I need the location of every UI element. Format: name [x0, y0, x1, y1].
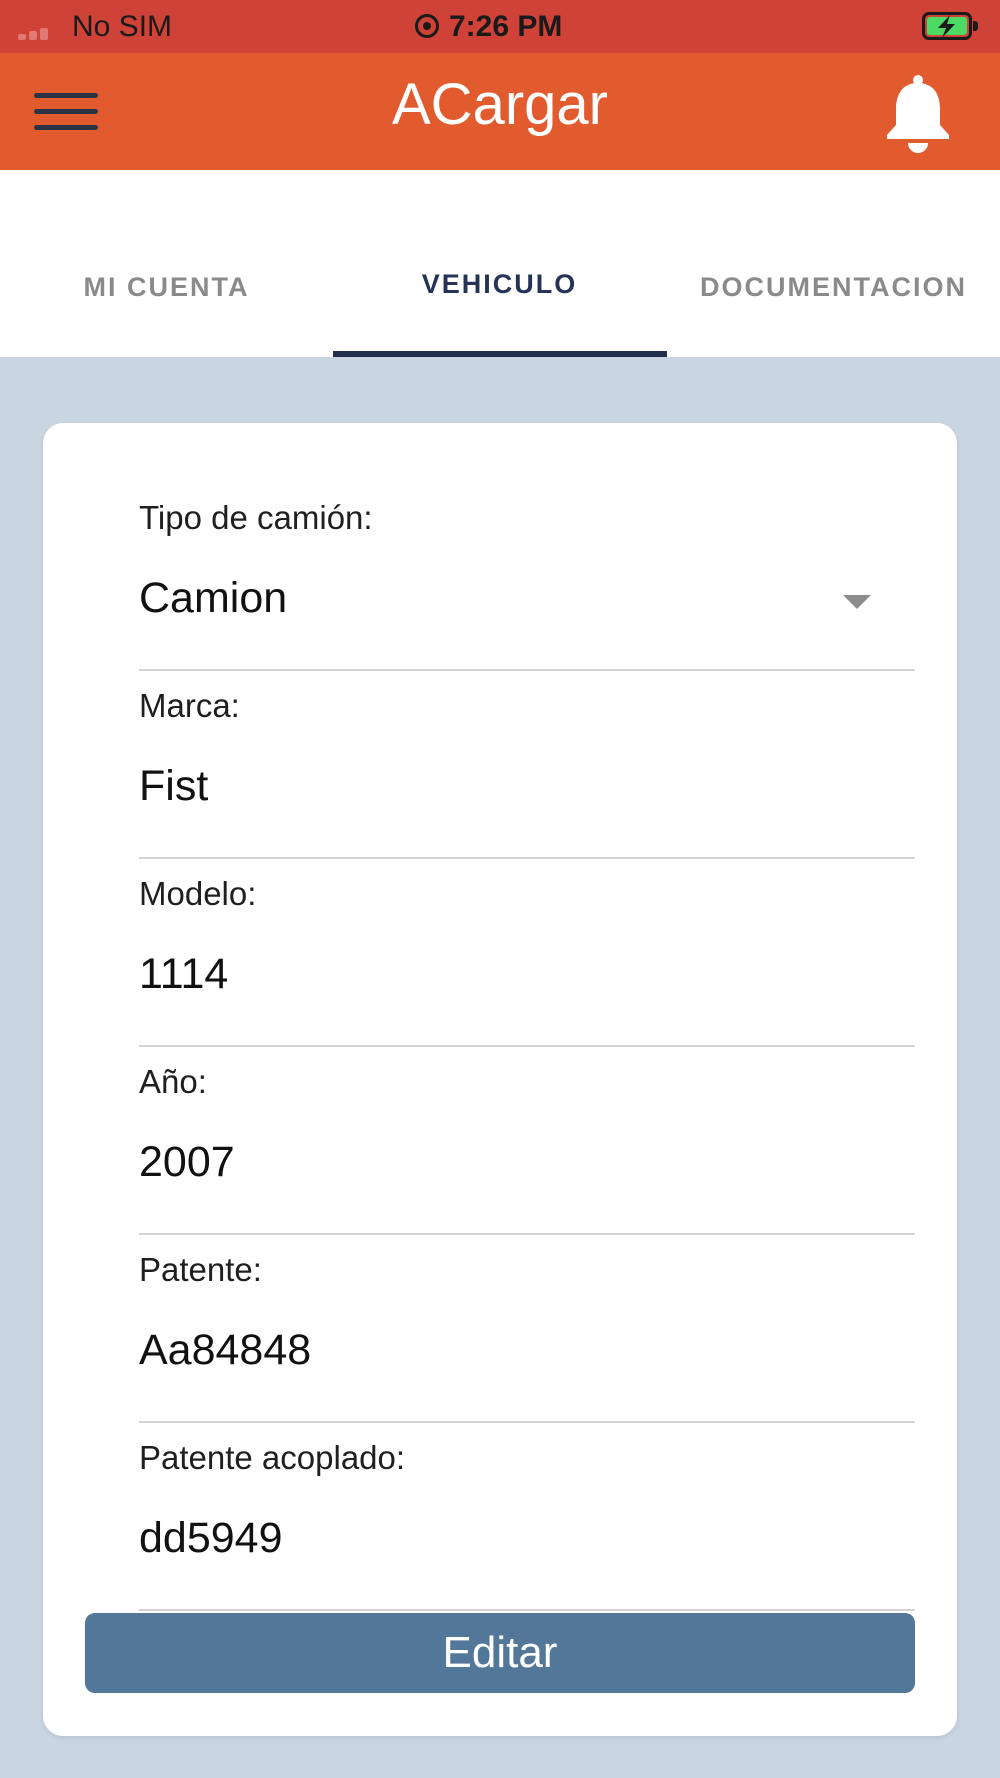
truck-type-value: Camion — [139, 574, 288, 622]
signal-icon — [18, 26, 52, 40]
plate-label: Patente: — [139, 1251, 262, 1288]
dropdown-arrow-icon — [843, 595, 871, 609]
tab-vehiculo[interactable]: VEHICULO — [333, 269, 666, 300]
app-bar: ACargar — [0, 53, 1000, 170]
bell-icon[interactable] — [884, 73, 952, 153]
tab-mi-cuenta[interactable]: MI CUENTA — [0, 272, 333, 303]
carrier-label: No SIM — [72, 10, 173, 43]
edit-button[interactable]: Editar — [85, 1613, 915, 1693]
tab-bar: MI CUENTA VEHICULO DOCUMENTACION — [0, 170, 1000, 357]
model-field[interactable]: Modelo: 1114 — [139, 859, 915, 1047]
truck-type-select[interactable]: Tipo de camión: Camion — [139, 483, 915, 671]
truck-type-label: Tipo de camión: — [139, 499, 373, 536]
vehicle-card: Tipo de camión: Camion Marca: Fist Model… — [43, 423, 957, 1736]
app-title: ACargar — [392, 72, 608, 137]
location-icon — [415, 14, 439, 38]
trailer-plate-label: Patente acoplado: — [139, 1439, 406, 1476]
status-time-group: 7:26 PM — [415, 10, 562, 44]
tab-documentacion[interactable]: DOCUMENTACION — [667, 272, 1000, 303]
plate-value: Aa84848 — [139, 1326, 312, 1374]
brand-field[interactable]: Marca: Fist — [139, 671, 915, 859]
brand-label: Marca: — [139, 687, 240, 724]
year-value: 2007 — [139, 1138, 235, 1186]
trailer-plate-value: dd5949 — [139, 1514, 283, 1562]
model-label: Modelo: — [139, 875, 257, 912]
year-label: Año: — [139, 1063, 207, 1100]
year-field[interactable]: Año: 2007 — [139, 1047, 915, 1235]
plate-field[interactable]: Patente: Aa84848 — [139, 1235, 915, 1423]
brand-value: Fist — [139, 762, 209, 810]
model-value: 1114 — [139, 950, 229, 998]
trailer-plate-field[interactable]: Patente acoplado: dd5949 — [139, 1423, 915, 1611]
status-time: 7:26 PM — [449, 10, 563, 43]
battery-icon — [922, 12, 978, 40]
active-tab-indicator — [333, 351, 667, 357]
status-bar: No SIM 7:26 PM — [0, 0, 1000, 53]
